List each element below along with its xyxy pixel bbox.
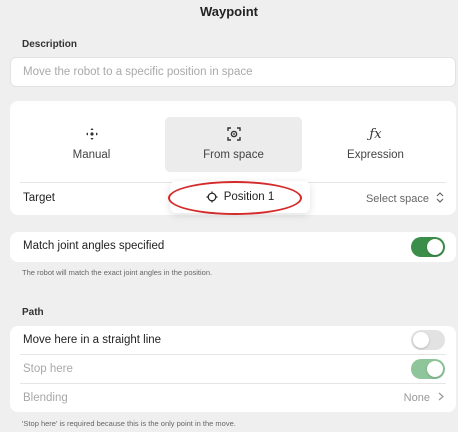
crosshair-icon <box>206 191 218 203</box>
match-joint-card: Match joint angles specified <box>10 232 456 262</box>
tab-manual-label: Manual <box>72 149 111 161</box>
divider <box>20 354 446 355</box>
tab-from-space[interactable]: From space <box>165 117 302 172</box>
tab-from-space-label: From space <box>203 149 264 161</box>
page-title: Waypoint <box>199 4 258 19</box>
chevron-right-icon <box>438 392 444 404</box>
blending-dropdown[interactable]: None <box>404 392 444 404</box>
path-hint: 'Stop here' is required because this is … <box>22 419 236 428</box>
match-joint-hint: The robot will match the exact joint ang… <box>22 268 213 277</box>
match-joint-label: Match joint angles specified <box>23 240 165 252</box>
chevron-updown-icon <box>436 192 444 206</box>
function-fx-icon: ƒx <box>369 127 382 142</box>
path-card: Move here in a straight line Stop here B… <box>10 326 456 412</box>
straight-line-toggle[interactable] <box>411 330 445 350</box>
description-input[interactable] <box>10 57 456 87</box>
description-label: Description <box>22 39 78 50</box>
target-frame-icon <box>165 127 302 143</box>
stop-here-label: Stop here <box>23 363 73 375</box>
tab-expression[interactable]: ƒx Expression <box>307 117 444 172</box>
stop-here-toggle[interactable] <box>411 359 445 379</box>
blending-value: None <box>403 392 430 404</box>
target-label: Target <box>23 192 55 204</box>
select-space-label: Select space <box>365 192 429 205</box>
position-option-label: Position 1 <box>223 191 275 203</box>
position-option[interactable]: Position 1 <box>170 181 310 213</box>
select-space-dropdown[interactable]: Select space <box>366 192 444 206</box>
match-joint-toggle[interactable] <box>411 237 445 257</box>
move-arrows-icon <box>23 127 160 143</box>
divider <box>20 383 446 384</box>
blending-label: Blending <box>23 392 68 404</box>
path-label: Path <box>22 307 44 318</box>
mode-tabs: Manual From space ƒx Expression <box>10 101 456 183</box>
tab-manual[interactable]: Manual <box>23 117 160 172</box>
tab-expression-label: Expression <box>347 149 404 161</box>
straight-line-label: Move here in a straight line <box>23 334 162 346</box>
